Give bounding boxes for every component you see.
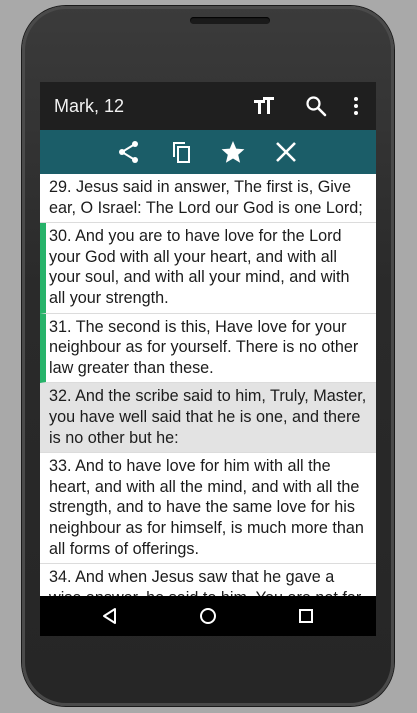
star-icon[interactable]	[220, 139, 246, 165]
verse-30[interactable]: 30. And you are to have love for the Lor…	[40, 223, 376, 314]
close-icon[interactable]	[273, 139, 299, 165]
verse-34[interactable]: 34. And when Jesus saw that he gave a wi…	[40, 564, 376, 596]
verse-32[interactable]: 32. And the scribe said to him, Truly, M…	[40, 383, 376, 454]
speaker-grille	[190, 17, 270, 24]
screen: Mark, 12 29. Jesus said in answer, The f…	[40, 82, 376, 636]
verse-list[interactable]: 29. Jesus said in answer, The first is, …	[40, 174, 376, 596]
copy-icon[interactable]	[169, 139, 195, 165]
page-title: Mark, 12	[54, 96, 125, 116]
more-vert-icon[interactable]	[344, 94, 368, 118]
share-icon[interactable]	[116, 139, 142, 165]
verse-33[interactable]: 33. And to have love for him with all th…	[40, 453, 376, 565]
home-icon[interactable]	[198, 606, 218, 626]
search-icon[interactable]	[304, 94, 328, 118]
app-bar: Mark, 12	[40, 82, 376, 130]
selection-action-bar	[40, 130, 376, 174]
back-icon[interactable]	[100, 606, 120, 626]
text-size-icon[interactable]	[252, 94, 276, 118]
system-nav-bar	[40, 596, 376, 636]
verse-29[interactable]: 29. Jesus said in answer, The first is, …	[40, 174, 376, 224]
recents-icon[interactable]	[296, 606, 316, 626]
verse-31[interactable]: 31. The second is this, Have love for yo…	[40, 313, 376, 384]
